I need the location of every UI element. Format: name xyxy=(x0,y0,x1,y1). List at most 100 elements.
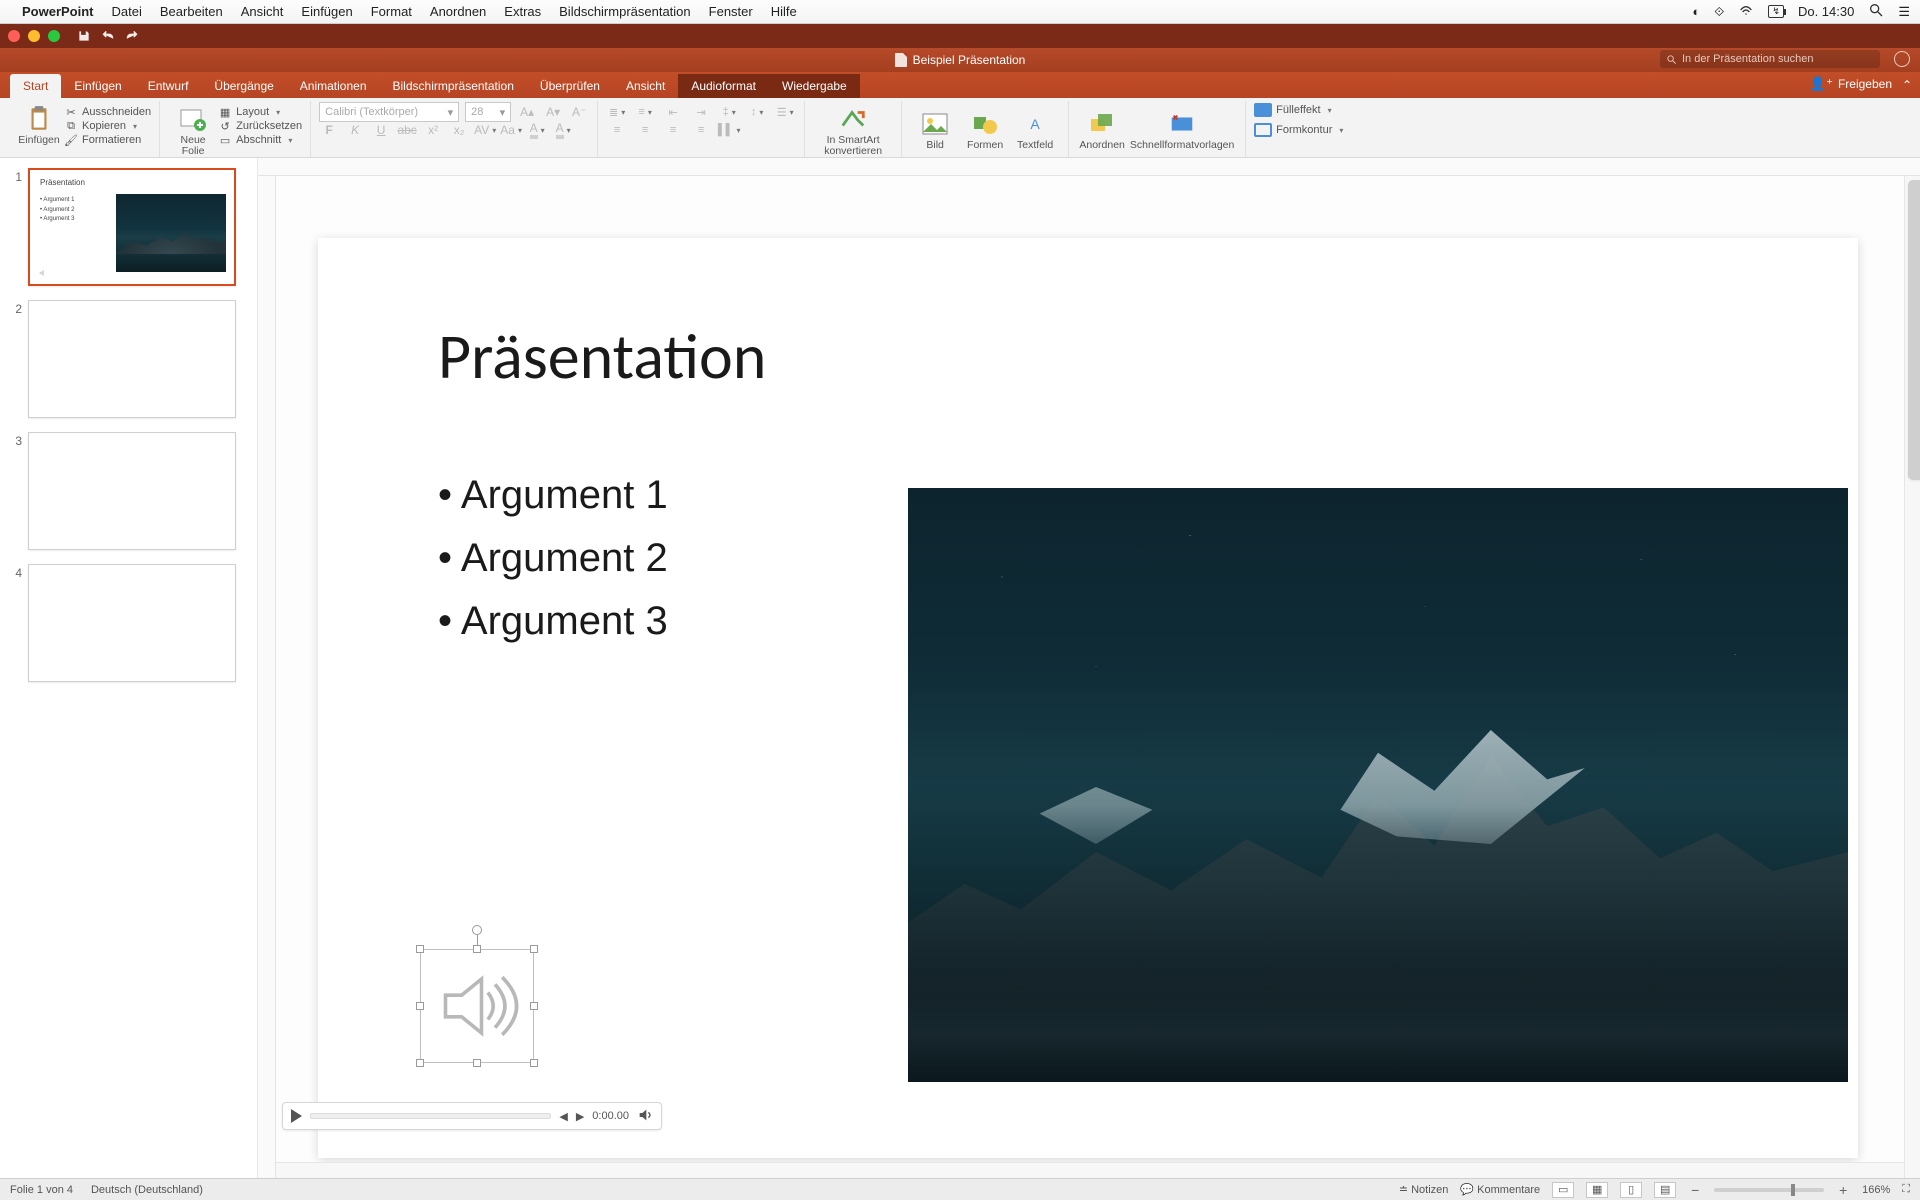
resize-handle[interactable] xyxy=(473,945,481,953)
font-size-combo[interactable]: 28▾ xyxy=(465,102,511,122)
subscript-button[interactable]: x₂ xyxy=(449,121,469,139)
audio-skip-back-button[interactable]: ◀ xyxy=(559,1110,567,1123)
format-painter-button[interactable]: 🖌Formatieren xyxy=(64,133,151,147)
view-normal-button[interactable]: ▭ xyxy=(1552,1182,1574,1198)
slide-title[interactable]: Präsentation xyxy=(438,318,766,396)
underline-button[interactable]: U xyxy=(371,121,391,139)
tab-wiedergabe[interactable]: Wiedergabe xyxy=(769,74,860,98)
horizontal-scrollbar[interactable] xyxy=(276,1162,1904,1178)
tab-entwurf[interactable]: Entwurf xyxy=(135,74,202,98)
view-reading-button[interactable]: ▯ xyxy=(1620,1182,1642,1198)
audio-skip-forward-button[interactable]: ▶ xyxy=(576,1110,584,1123)
status-dropbox-icon[interactable]: ⟐ xyxy=(1714,4,1724,20)
clear-format-button[interactable]: A⁻ xyxy=(569,103,589,121)
increase-font-button[interactable]: A▴ xyxy=(517,103,537,121)
resize-handle[interactable] xyxy=(473,1059,481,1067)
menu-format[interactable]: Format xyxy=(371,4,412,19)
audio-object[interactable] xyxy=(420,949,534,1063)
slide-bullet-list[interactable]: Argument 1 Argument 2 Argument 3 xyxy=(438,473,668,662)
italic-button[interactable]: K xyxy=(345,121,365,139)
tab-audioformat[interactable]: Audioformat xyxy=(678,74,769,98)
tab-animationen[interactable]: Animationen xyxy=(287,74,380,98)
slide-thumbnail-2[interactable] xyxy=(28,300,236,418)
zoom-level[interactable]: 166% xyxy=(1862,1184,1890,1196)
picture-button[interactable]: Bild xyxy=(910,103,960,157)
char-spacing-button[interactable]: AV xyxy=(475,121,495,139)
status-wifi-icon[interactable] xyxy=(1738,2,1754,21)
align-text-button[interactable]: ☰ xyxy=(774,103,796,121)
view-sorter-button[interactable]: ▦ xyxy=(1586,1182,1608,1198)
audio-volume-button[interactable] xyxy=(637,1107,653,1126)
font-color-button[interactable]: A xyxy=(553,121,573,139)
textbox-button[interactable]: A Textfeld xyxy=(1010,103,1060,157)
decrease-font-button[interactable]: A▾ xyxy=(543,103,563,121)
cut-button[interactable]: ✂Ausschneiden xyxy=(64,105,151,119)
slide-thumbnail-4[interactable] xyxy=(28,564,236,682)
window-minimize-button[interactable] xyxy=(28,30,40,42)
status-menu-icon[interactable]: ☰ xyxy=(1898,4,1910,20)
resize-handle[interactable] xyxy=(530,1002,538,1010)
qa-undo-button[interactable] xyxy=(98,27,118,45)
bullets-button[interactable]: ≣ xyxy=(606,103,628,121)
superscript-button[interactable]: x² xyxy=(423,121,443,139)
menu-einfuegen[interactable]: Einfügen xyxy=(301,4,352,19)
status-language[interactable]: Deutsch (Deutschland) xyxy=(91,1184,203,1196)
section-button[interactable]: ▭Abschnitt xyxy=(218,133,302,147)
window-close-button[interactable] xyxy=(8,30,20,42)
slide-image[interactable] xyxy=(908,488,1848,1082)
notes-button[interactable]: ≐ Notizen xyxy=(1399,1183,1449,1196)
strikethrough-button[interactable]: abc xyxy=(397,121,417,139)
paste-button[interactable]: Einfügen xyxy=(14,103,64,146)
tab-ueberpruefen[interactable]: Überprüfen xyxy=(527,74,613,98)
resize-handle[interactable] xyxy=(416,945,424,953)
status-sync-icon[interactable]: ◐ xyxy=(1692,4,1700,19)
account-icon[interactable] xyxy=(1894,51,1910,67)
tab-ansicht[interactable]: Ansicht xyxy=(613,74,678,98)
window-maximize-button[interactable] xyxy=(48,30,60,42)
menu-bildschirmpraesentation[interactable]: Bildschirmpräsentation xyxy=(559,4,691,19)
zoom-in-button[interactable]: + xyxy=(1836,1182,1850,1198)
tab-start[interactable]: Start xyxy=(10,74,61,98)
slide-thumbnail-3[interactable] xyxy=(28,432,236,550)
menu-datei[interactable]: Datei xyxy=(112,4,142,19)
align-left-button[interactable]: ≡ xyxy=(606,121,628,139)
audio-play-button[interactable] xyxy=(291,1109,302,1123)
comments-button[interactable]: 💬 Kommentare xyxy=(1460,1183,1540,1196)
shape-outline-button[interactable]: Formkontur xyxy=(1254,123,1343,137)
shape-fill-button[interactable]: Fülleffekt xyxy=(1254,103,1343,117)
status-clock[interactable]: Do. 14:30 xyxy=(1798,4,1854,19)
menu-bearbeiten[interactable]: Bearbeiten xyxy=(160,4,223,19)
copy-button[interactable]: ⧉Kopieren xyxy=(64,119,151,133)
font-name-combo[interactable]: Calibri (Textkörper)▾ xyxy=(319,102,459,122)
numbering-button[interactable]: ≡ xyxy=(634,103,656,121)
slide-thumbnail-1[interactable]: Präsentation • Argument 1• Argument 2• A… xyxy=(28,168,236,286)
status-battery-icon[interactable]: ↯ xyxy=(1768,5,1784,18)
search-in-presentation[interactable]: In der Präsentation suchen xyxy=(1660,50,1880,68)
zoom-out-button[interactable]: − xyxy=(1688,1182,1702,1198)
highlight-button[interactable]: A xyxy=(527,121,547,139)
tab-uebergaenge[interactable]: Übergänge xyxy=(201,74,286,98)
resize-handle[interactable] xyxy=(530,1059,538,1067)
menu-extras[interactable]: Extras xyxy=(504,4,541,19)
tab-einfuegen[interactable]: Einfügen xyxy=(61,74,134,98)
resize-handle[interactable] xyxy=(416,1002,424,1010)
fit-to-window-button[interactable]: ⛶ xyxy=(1902,1183,1910,1196)
decrease-indent-button[interactable]: ⇤ xyxy=(662,103,684,121)
convert-smartart-button[interactable]: In SmartArt konvertieren xyxy=(813,103,893,157)
new-slide-button[interactable]: Neue Folie xyxy=(168,103,218,157)
tab-bildschirmpraesentation[interactable]: Bildschirmpräsentation xyxy=(380,74,527,98)
text-direction-button[interactable]: ↕ xyxy=(746,103,768,121)
resize-handle[interactable] xyxy=(416,1059,424,1067)
view-slideshow-button[interactable]: ▤ xyxy=(1654,1182,1676,1198)
qa-save-button[interactable] xyxy=(74,27,94,45)
shapes-button[interactable]: Formen xyxy=(960,103,1010,157)
align-center-button[interactable]: ≡ xyxy=(634,121,656,139)
increase-indent-button[interactable]: ⇥ xyxy=(690,103,712,121)
resize-handle[interactable] xyxy=(530,945,538,953)
menu-ansicht[interactable]: Ansicht xyxy=(241,4,284,19)
rotate-handle[interactable] xyxy=(472,925,482,935)
align-right-button[interactable]: ≡ xyxy=(662,121,684,139)
justify-button[interactable]: ≡ xyxy=(690,121,712,139)
share-button[interactable]: 👤⁺Freigeben xyxy=(1810,76,1892,92)
menu-hilfe[interactable]: Hilfe xyxy=(771,4,797,19)
